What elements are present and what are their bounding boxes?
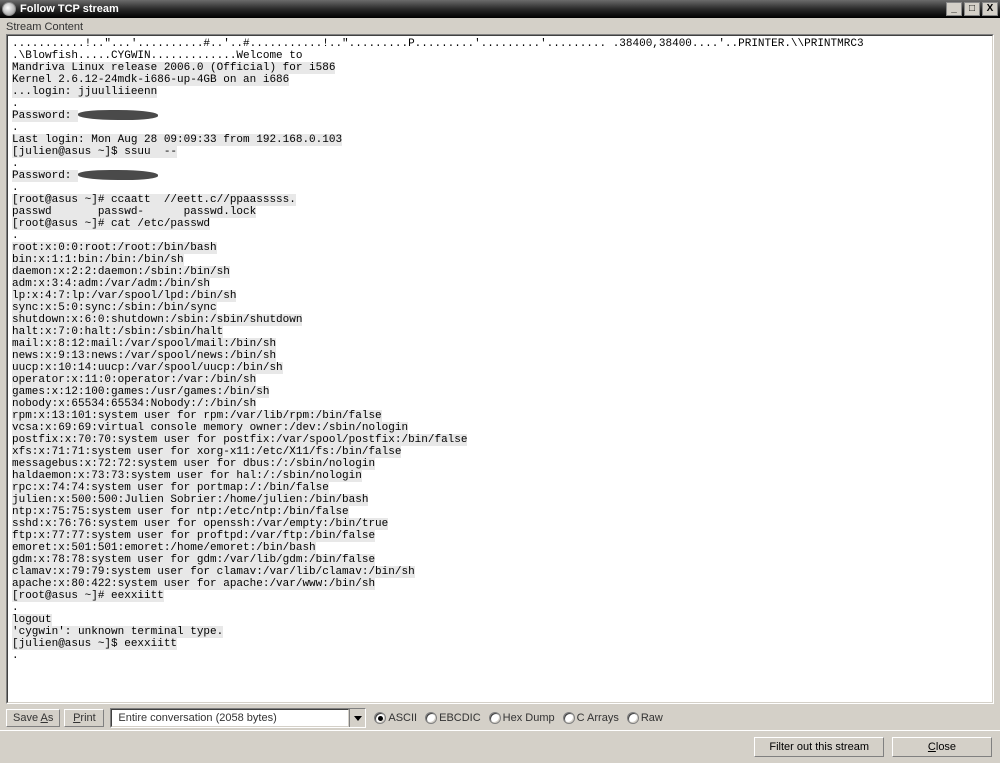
- passwd-line: daemon:x:2:2:daemon:/sbin:/bin/sh: [12, 266, 230, 278]
- maximize-button[interactable]: □: [964, 2, 980, 16]
- radio-label: ASCII: [388, 712, 417, 724]
- radio-icon: [627, 712, 639, 724]
- passwd-line: clamav:x:79:79:system user for clamav:/v…: [12, 566, 415, 578]
- radio-hexdump[interactable]: Hex Dump: [489, 712, 555, 724]
- stream-line: Kernel 2.6.12-24mdk-i686-up-4GB on an i6…: [12, 74, 289, 86]
- passwd-line: ftp:x:77:77:system user for proftpd:/var…: [12, 530, 375, 542]
- passwd-line: emoret:x:501:501:emoret:/home/emoret:/bi…: [12, 542, 316, 554]
- combo-value: Entire conversation (2058 bytes): [111, 709, 349, 727]
- radio-label: C Arrays: [577, 712, 619, 724]
- passwd-line: halt:x:7:0:halt:/sbin:/sbin/halt: [12, 326, 223, 338]
- passwd-line: julien:x:500:500:Julien Sobrier:/home/ju…: [12, 494, 368, 506]
- passwd-line: postfix:x:70:70:system user for postfix:…: [12, 434, 467, 446]
- stream-content-text[interactable]: ...........!.."...'..........#..'..#....…: [7, 35, 993, 703]
- passwd-line: bin:x:1:1:bin:/bin:/bin/sh: [12, 254, 184, 266]
- stream-line: ...login: jjuulliieenn: [12, 86, 157, 98]
- passwd-line: vcsa:x:69:69:virtual console memory owne…: [12, 422, 408, 434]
- close-window-button[interactable]: X: [982, 2, 998, 16]
- passwd-line: rpc:x:74:74:system user for portmap:/:/b…: [12, 482, 329, 494]
- stream-line: [root@asus ~]# cat /etc/passwd: [12, 218, 210, 230]
- radio-icon: [489, 712, 501, 724]
- radio-icon: [425, 712, 437, 724]
- passwd-line: games:x:12:100:games:/usr/games:/bin/sh: [12, 386, 269, 398]
- save-as-label: Save As: [13, 712, 53, 724]
- passwd-line: messagebus:x:72:72:system user for dbus:…: [12, 458, 375, 470]
- footer-toolbar: Filter out this stream Close: [0, 730, 1000, 763]
- passwd-line: news:x:9:13:news:/var/spool/news:/bin/sh: [12, 350, 276, 362]
- filter-out-button[interactable]: Filter out this stream: [754, 737, 884, 757]
- stream-content-label: Stream Content: [0, 18, 1000, 34]
- passwd-line: haldaemon:x:73:73:system user for hal:/:…: [12, 470, 362, 482]
- stream-line: [julien@asus ~]$ ssuu --: [12, 146, 177, 158]
- passwd-line: sshd:x:76:76:system user for openssh:/va…: [12, 518, 388, 530]
- stream-line: [root@asus ~]# eexxiitt: [12, 590, 164, 602]
- passwd-line: root:x:0:0:root:/root:/bin/bash: [12, 242, 217, 254]
- minimize-button[interactable]: _: [946, 2, 962, 16]
- stream-line: Last login: Mon Aug 28 09:09:33 from 192…: [12, 134, 342, 146]
- stream-line: .\Blowfish.....CYGWIN.............Welcom…: [12, 50, 302, 62]
- dropdown-icon[interactable]: [349, 709, 365, 727]
- bottom-toolbar: Save As Print Entire conversation (2058 …: [0, 704, 1000, 730]
- radio-ebcdic[interactable]: EBCDIC: [425, 712, 481, 724]
- radio-label: Hex Dump: [503, 712, 555, 724]
- radio-ascii[interactable]: ASCII: [374, 712, 417, 724]
- redacted-password: [78, 110, 158, 120]
- passwd-line: rpm:x:13:101:system user for rpm:/var/li…: [12, 410, 382, 422]
- passwd-line: xfs:x:71:71:system user for xorg-x11:/et…: [12, 446, 401, 458]
- radio-icon: [563, 712, 575, 724]
- titlebar: Follow TCP stream _ □ X: [0, 0, 1000, 18]
- redacted-password: [78, 170, 158, 180]
- passwd-line: shutdown:x:6:0:shutdown:/sbin:/sbin/shut…: [12, 314, 302, 326]
- passwd-line: apache:x:80:422:system user for apache:/…: [12, 578, 375, 590]
- radio-icon: [374, 712, 386, 724]
- close-button[interactable]: Close: [892, 737, 992, 757]
- save-as-button[interactable]: Save As: [6, 709, 60, 727]
- window-title: Follow TCP stream: [20, 3, 944, 15]
- stream-line: passwd passwd- passwd.lock: [12, 206, 256, 218]
- passwd-line: mail:x:8:12:mail:/var/spool/mail:/bin/sh: [12, 338, 276, 350]
- radio-label: Raw: [641, 712, 663, 724]
- stream-line: 'cygwin': unknown terminal type.: [12, 626, 223, 638]
- radio-label: EBCDIC: [439, 712, 481, 724]
- passwd-line: ntp:x:75:75:system user for ntp:/etc/ntp…: [12, 506, 349, 518]
- stream-content-frame: ...........!.."...'..........#..'..#....…: [6, 34, 994, 704]
- stream-line: Password:: [12, 110, 78, 122]
- stream-line: logout: [12, 614, 52, 626]
- radio-raw[interactable]: Raw: [627, 712, 663, 724]
- passwd-line: nobody:x:65534:65534:Nobody:/:/bin/sh: [12, 398, 256, 410]
- radio-carrays[interactable]: C Arrays: [563, 712, 619, 724]
- passwd-line: lp:x:4:7:lp:/var/spool/lpd:/bin/sh: [12, 290, 236, 302]
- stream-line: [root@asus ~]# ccaatt //eett.c//ppaassss…: [12, 194, 296, 206]
- stream-line: ...........!.."...'..........#..'..#....…: [12, 38, 864, 50]
- passwd-line: uucp:x:10:14:uucp:/var/spool/uucp:/bin/s…: [12, 362, 283, 374]
- display-format-radios: ASCII EBCDIC Hex Dump C Arrays Raw: [374, 712, 668, 724]
- passwd-line: gdm:x:78:78:system user for gdm:/var/lib…: [12, 554, 375, 566]
- print-button[interactable]: Print: [64, 709, 104, 727]
- stream-line: [julien@asus ~]$ eexxiitt: [12, 638, 177, 650]
- app-icon: [2, 2, 16, 16]
- passwd-line: adm:x:3:4:adm:/var/adm:/bin/sh: [12, 278, 210, 290]
- passwd-line: sync:x:5:0:sync:/sbin:/bin/sync: [12, 302, 217, 314]
- stream-line: Mandriva Linux release 2006.0 (Official)…: [12, 62, 335, 74]
- stream-line: Password:: [12, 170, 78, 182]
- conversation-filter-combo[interactable]: Entire conversation (2058 bytes): [110, 708, 366, 728]
- passwd-line: operator:x:11:0:operator:/var:/bin/sh: [12, 374, 256, 386]
